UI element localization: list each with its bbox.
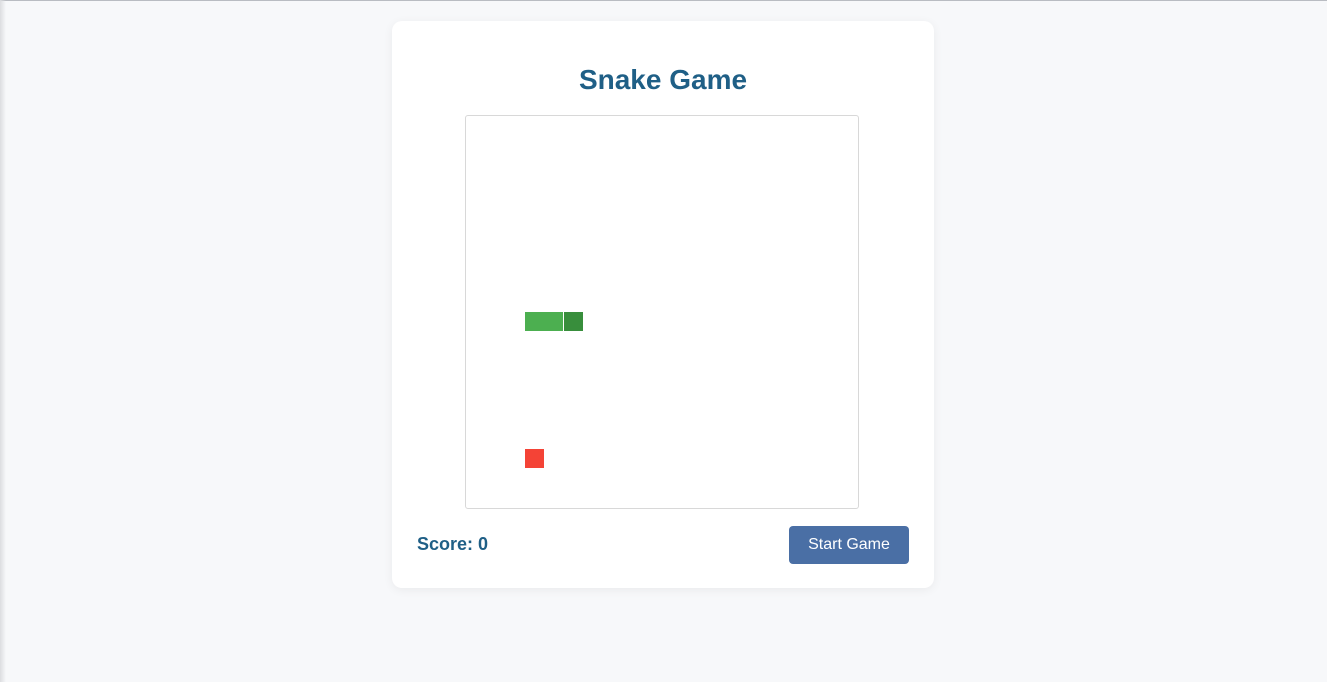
snake-head: [564, 312, 583, 331]
score-display: Score: 0: [417, 534, 489, 554]
window-top-border: [0, 0, 1327, 1]
game-card: Snake Game Score: 0 Start Game: [392, 21, 934, 588]
food-pellet: [525, 449, 544, 468]
game-board[interactable]: [465, 115, 859, 509]
game-title: Snake Game: [578, 64, 748, 95]
start-game-button[interactable]: Start Game: [789, 526, 909, 564]
window-left-shadow: [0, 0, 6, 682]
snake-segment: [544, 312, 563, 331]
snake-segment: [525, 312, 544, 331]
